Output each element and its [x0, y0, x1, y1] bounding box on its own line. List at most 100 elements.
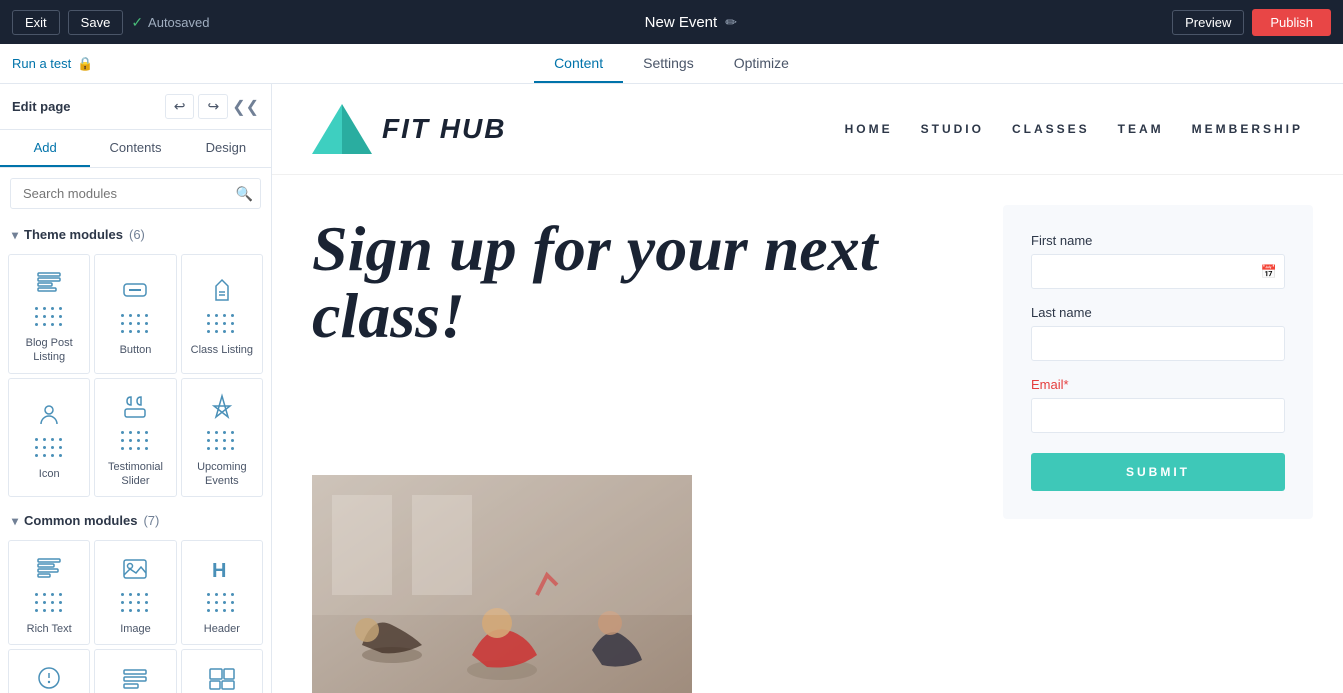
edit-title-icon[interactable]: ✏ — [725, 14, 737, 31]
sidebar-tab-design[interactable]: Design — [181, 130, 271, 167]
sidebar-header: Edit page ↩ ↪ ❮❮ — [0, 84, 271, 130]
canvas: FIT HUB HOME STUDIO CLASSES TEAM MEMBERS… — [272, 84, 1343, 693]
sidebar-tabs: Add Contents Design — [0, 130, 271, 168]
testimonial-slider-icon — [117, 389, 153, 425]
search-input[interactable] — [10, 178, 261, 209]
nav-home[interactable]: HOME — [845, 122, 893, 136]
hero-section: Sign up for your next class! — [272, 175, 1343, 693]
blog-post-listing-icon — [31, 265, 67, 301]
module-gallery[interactable]: Gallery — [181, 649, 263, 693]
website-menu: HOME STUDIO CLASSES TEAM MEMBERSHIP — [845, 122, 1303, 136]
first-name-label: First name — [1031, 233, 1285, 248]
theme-modules-header[interactable]: ▾ Theme modules (6) — [0, 219, 271, 250]
icon-module-icon — [31, 396, 67, 432]
nav-membership[interactable]: MEMBERSHIP — [1192, 122, 1303, 136]
module-header[interactable]: H Header — [181, 540, 263, 645]
module-call-to-action[interactable]: Call-to-Action — [8, 649, 90, 693]
hero-headline: Sign up for your next class! — [312, 215, 943, 349]
module-label: Rich Text — [27, 622, 72, 636]
logo-svg — [312, 104, 372, 154]
tab-optimize[interactable]: Optimize — [714, 45, 809, 83]
page-title: New Event — [645, 14, 718, 31]
preview-button[interactable]: Preview — [1172, 10, 1244, 35]
module-label: Upcoming Events — [186, 460, 258, 489]
header-icon: H — [204, 551, 240, 587]
module-label: Header — [204, 622, 240, 636]
common-modules-header[interactable]: ▾ Common modules (7) — [0, 505, 271, 536]
publish-button[interactable]: Publish — [1252, 9, 1331, 36]
dots-pattern — [35, 438, 64, 459]
call-to-action-icon — [31, 660, 67, 693]
website-logo: FIT HUB — [312, 104, 506, 154]
svg-text:H: H — [212, 560, 226, 582]
undo-button[interactable]: ↩ — [165, 94, 195, 119]
sidebar-tab-add[interactable]: Add — [0, 130, 90, 167]
autosaved-label: Autosaved — [148, 15, 209, 30]
sidebar-tab-contents[interactable]: Contents — [90, 130, 180, 167]
website-nav: FIT HUB HOME STUDIO CLASSES TEAM MEMBERS… — [272, 84, 1343, 175]
logo-text: FIT HUB — [382, 113, 506, 145]
module-rich-text[interactable]: Rich Text — [8, 540, 90, 645]
module-blog-post-listing[interactable]: Blog Post Listing — [8, 254, 90, 374]
autosaved-indicator: ✓ Autosaved — [131, 14, 209, 31]
module-testimonial-slider[interactable]: Testimonial Slider — [94, 378, 176, 498]
form-field-lastname: Last name — [1031, 305, 1285, 361]
rich-text-icon — [31, 551, 67, 587]
main-layout: Edit page ↩ ↪ ❮❮ Add Contents Design 🔍 ▾… — [0, 84, 1343, 693]
nav-team[interactable]: TEAM — [1118, 122, 1164, 136]
last-name-input[interactable] — [1031, 326, 1285, 361]
form-field-email: Email* — [1031, 377, 1285, 433]
form-field-firstname: First name 📅 — [1031, 233, 1285, 289]
theme-modules-grid: Blog Post Listing Button — [0, 250, 271, 505]
submit-button[interactable]: SUBMIT — [1031, 453, 1285, 491]
collapse-sidebar-icon[interactable]: ❮❮ — [232, 97, 259, 117]
top-bar-right: Preview Publish — [1172, 9, 1331, 36]
tab-content[interactable]: Content — [534, 45, 623, 83]
search-box: 🔍 — [10, 178, 261, 209]
undo-redo-controls: ↩ ↪ ❮❮ — [165, 94, 259, 119]
sub-nav-tabs: Content Settings Optimize — [534, 45, 809, 83]
nav-classes[interactable]: CLASSES — [1012, 122, 1090, 136]
dots-pattern — [121, 431, 150, 452]
theme-modules-count: (6) — [129, 227, 145, 242]
tab-settings[interactable]: Settings — [623, 45, 714, 83]
top-bar-left: Exit Save ✓ Autosaved — [12, 10, 209, 35]
module-upcoming-events[interactable]: Upcoming Events — [181, 378, 263, 498]
dots-pattern — [35, 593, 64, 614]
module-label: Icon — [39, 467, 60, 481]
common-modules-grid: Rich Text Image H — [0, 536, 271, 693]
module-label: Class Listing — [191, 343, 253, 357]
nav-studio[interactable]: STUDIO — [921, 122, 984, 136]
sub-nav: Run a test 🔒 Content Settings Optimize — [0, 44, 1343, 84]
module-image[interactable]: Image — [94, 540, 176, 645]
top-bar-center: New Event ✏ — [645, 14, 737, 31]
dots-pattern — [207, 431, 236, 452]
sub-nav-left: Run a test 🔒 — [12, 56, 93, 72]
hero-left: Sign up for your next class! — [272, 175, 983, 693]
module-class-listing[interactable]: Class Listing — [181, 254, 263, 374]
sidebar-title: Edit page — [12, 99, 71, 114]
first-name-input[interactable] — [1031, 254, 1285, 289]
redo-button[interactable]: ↪ — [198, 94, 228, 119]
common-modules-label: Common modules — [24, 513, 137, 528]
module-icon[interactable]: Icon — [8, 378, 90, 498]
exit-button[interactable]: Exit — [12, 10, 60, 35]
module-label: Image — [120, 622, 151, 636]
dots-pattern — [207, 593, 236, 614]
common-modules-count: (7) — [143, 513, 159, 528]
form-icon — [117, 660, 153, 693]
autosaved-check-icon: ✓ — [131, 14, 143, 31]
run-test-link[interactable]: Run a test — [12, 56, 71, 71]
module-button[interactable]: Button — [94, 254, 176, 374]
first-name-input-wrapper: 📅 — [1031, 254, 1285, 289]
module-form[interactable]: Form — [94, 649, 176, 693]
module-sections: ▾ Theme modules (6) Blog Post Listing — [0, 219, 271, 693]
gallery-icon — [204, 660, 240, 693]
save-button[interactable]: Save — [68, 10, 124, 35]
search-icon-button[interactable]: 🔍 — [236, 185, 253, 202]
lock-icon: 🔒 — [77, 56, 93, 72]
email-required-marker: * — [1064, 377, 1069, 392]
module-label: Button — [120, 343, 152, 357]
email-label: Email* — [1031, 377, 1285, 392]
email-input[interactable] — [1031, 398, 1285, 433]
